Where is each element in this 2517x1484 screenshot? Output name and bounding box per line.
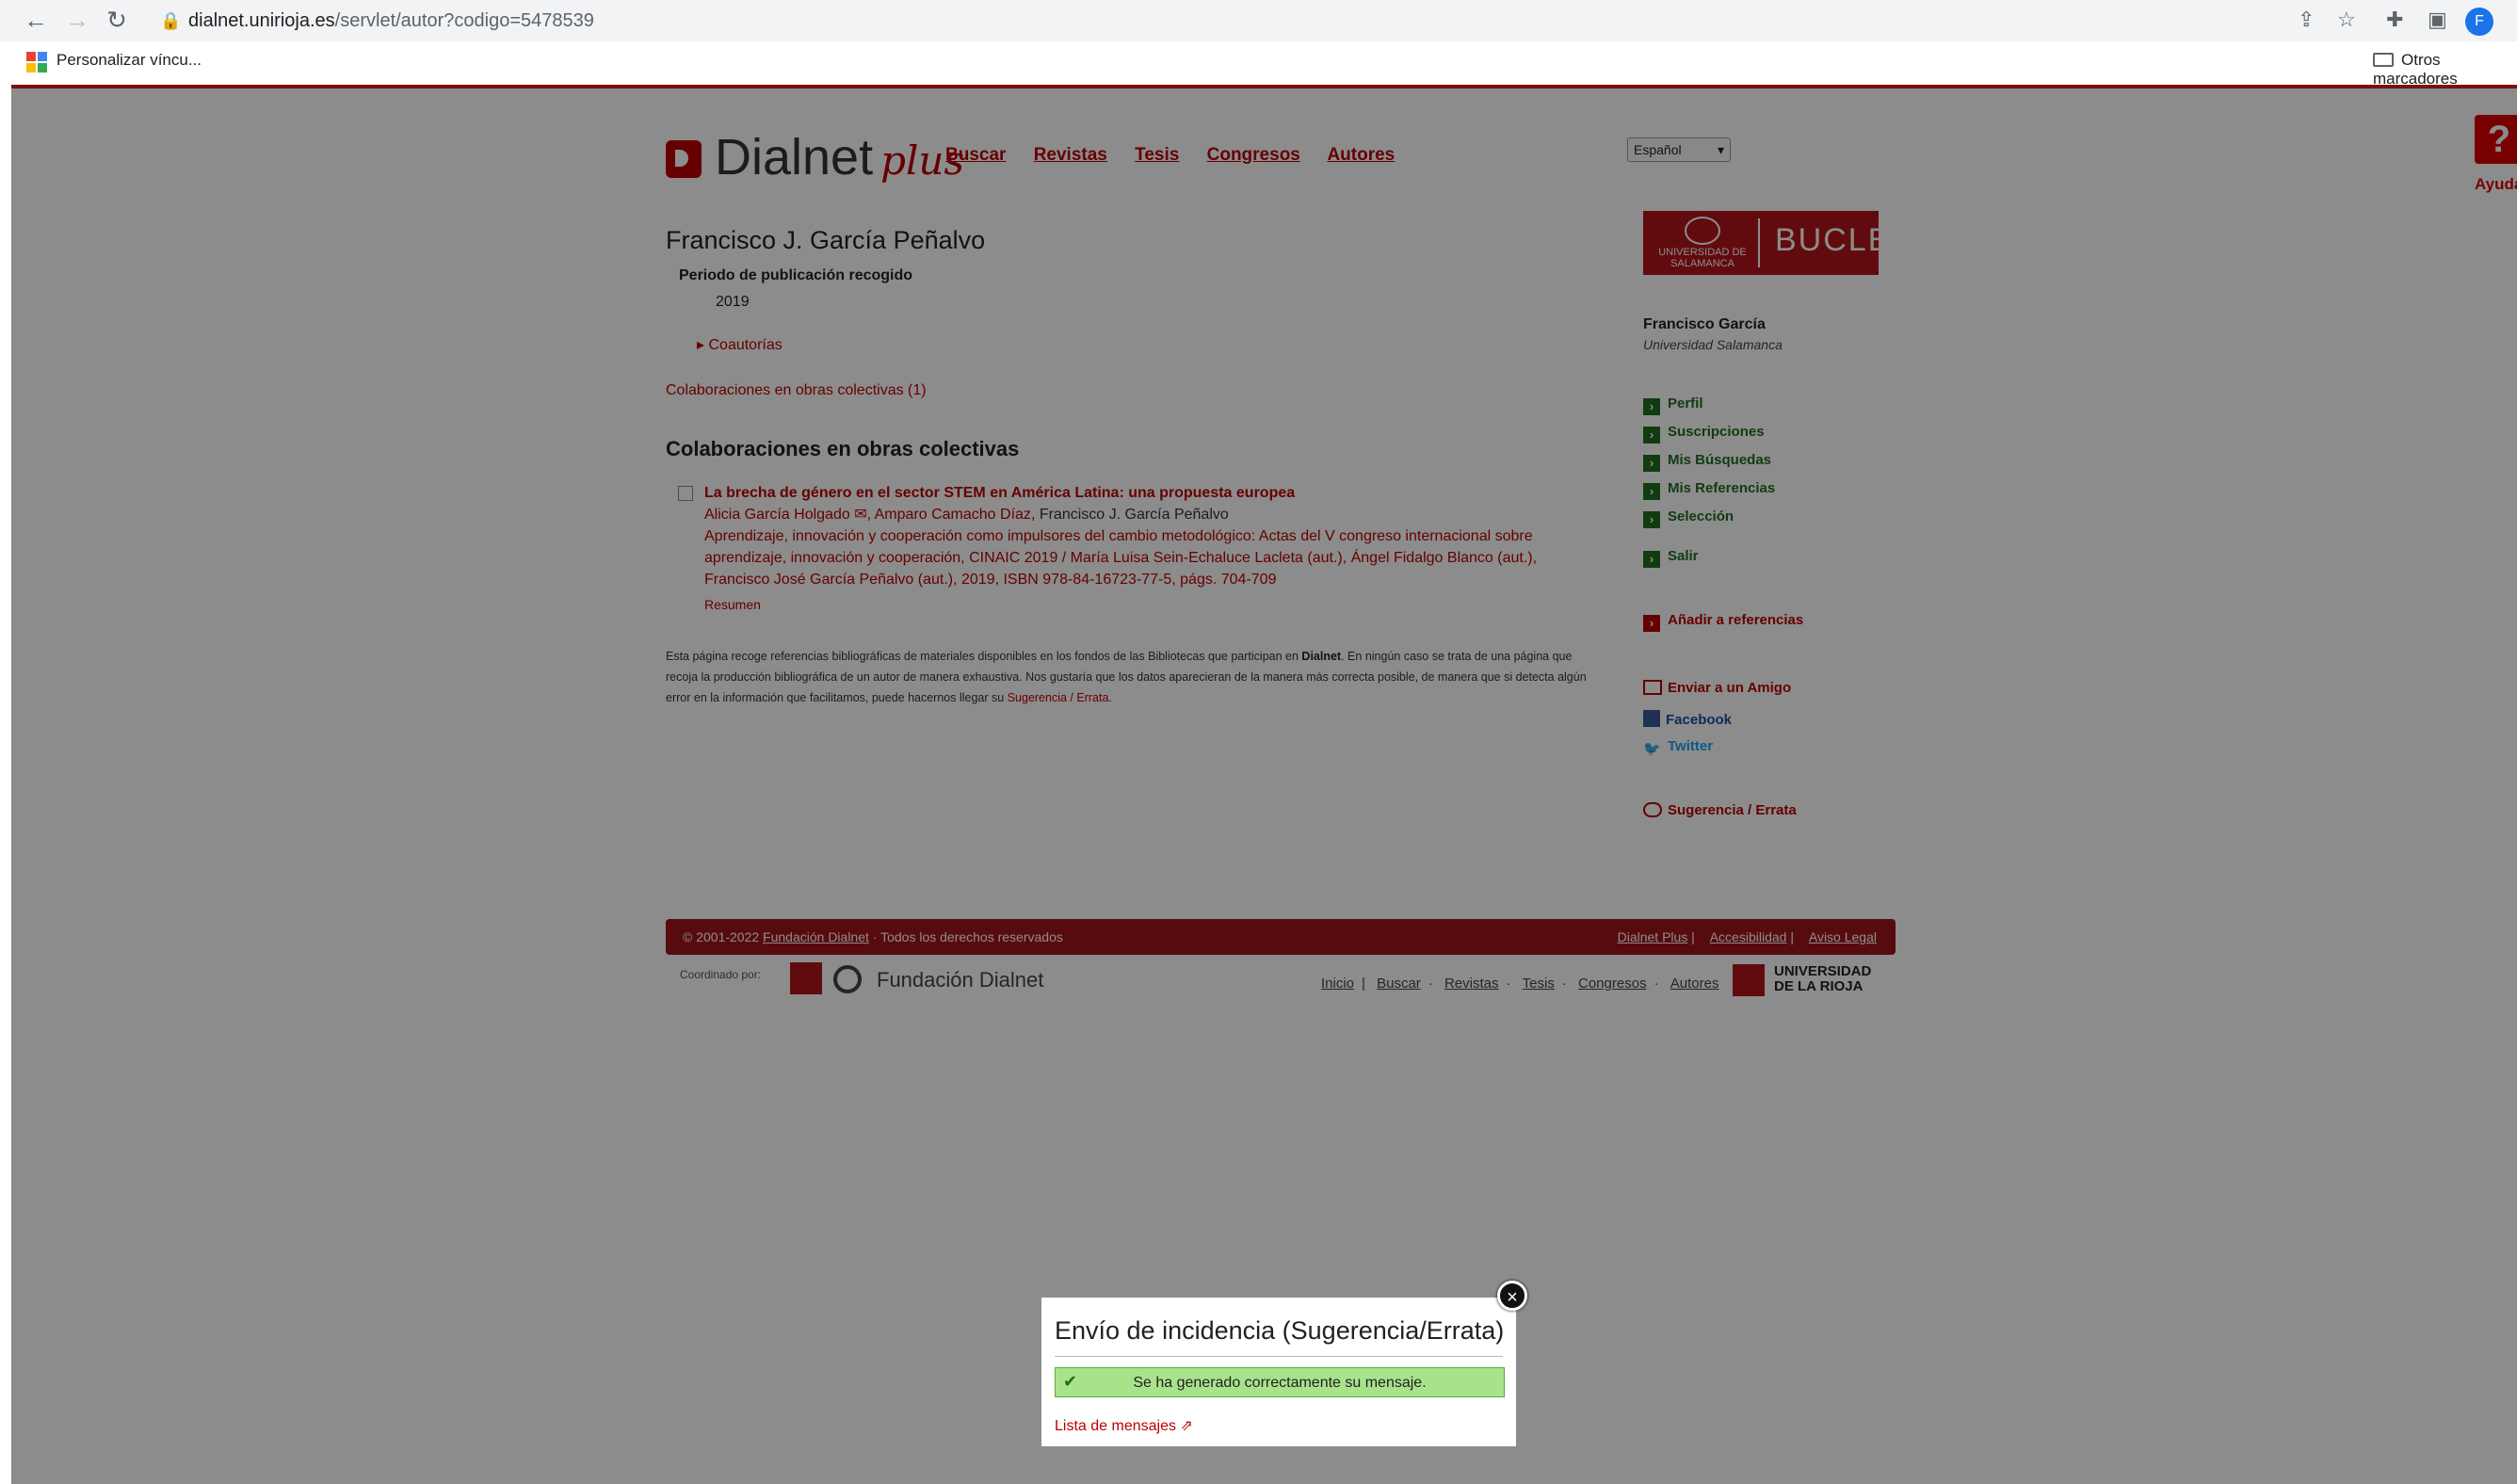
reload-icon[interactable]: ↻ xyxy=(102,6,132,35)
url-text: dialnet.unirioja.es/servlet/autor?codigo… xyxy=(188,10,594,31)
modal-overlay[interactable] xyxy=(11,89,2517,1484)
external-link-icon: ⇗ xyxy=(1180,1418,1193,1434)
browser-chrome: ← → ↻ 🔒 dialnet.unirioja.es/servlet/auto… xyxy=(0,0,2517,88)
other-bookmarks[interactable]: Otros marcadores xyxy=(2373,51,2517,89)
dialog-title: Envío de incidencia (Sugerencia/Errata) xyxy=(1055,1316,1505,1345)
lock-icon: 🔒 xyxy=(160,11,182,30)
address-bar[interactable]: 🔒 dialnet.unirioja.es/servlet/autor?codi… xyxy=(151,6,2279,38)
forward-icon[interactable]: → xyxy=(62,6,92,35)
success-message: ✔ Se ha generado correctamente su mensaj… xyxy=(1055,1367,1505,1397)
extensions-icon[interactable]: ✚ xyxy=(2386,8,2403,32)
incident-dialog: × Envío de incidencia (Sugerencia/Errata… xyxy=(1041,1281,1527,1446)
bookmarks-bar: Personalizar víncu... Otros marcadores xyxy=(0,45,2517,88)
divider xyxy=(1055,1356,1503,1357)
share-icon[interactable]: ⇪ xyxy=(2298,8,2315,32)
sidepanel-icon[interactable]: ▣ xyxy=(2428,8,2447,32)
back-icon[interactable]: ← xyxy=(21,6,51,35)
close-icon[interactable]: × xyxy=(1497,1281,1527,1311)
message-list-link[interactable]: Lista de mensajes ⇗ xyxy=(1055,1416,1193,1435)
apps-icon[interactable] xyxy=(26,52,47,73)
profile-avatar[interactable]: F xyxy=(2465,8,2493,36)
star-icon[interactable]: ☆ xyxy=(2337,8,2356,32)
folder-icon xyxy=(2373,53,2394,67)
bookmark-link[interactable]: Personalizar víncu... xyxy=(56,51,202,70)
